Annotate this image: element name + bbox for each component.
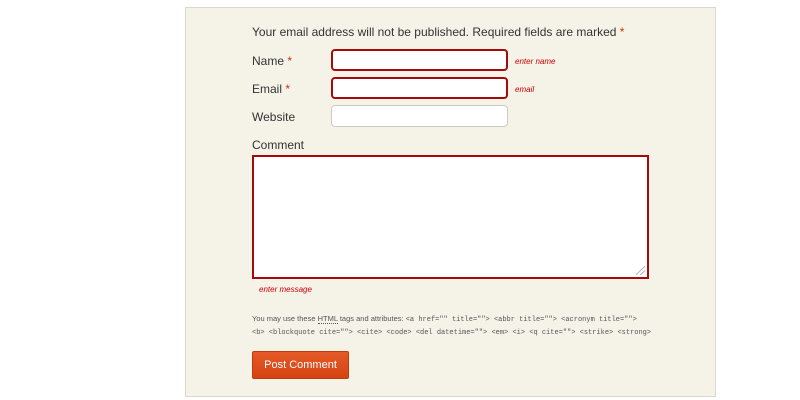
required-fields-notice: Your email address will not be published… (252, 25, 624, 39)
html-abbr: HTML (317, 314, 338, 324)
allowed-tags-note: You may use these HTML tags and attribut… (252, 313, 652, 339)
name-label: Name * (252, 54, 292, 68)
email-error-message: email (515, 85, 535, 94)
comment-label: Comment (252, 138, 304, 152)
email-input[interactable] (331, 77, 508, 99)
comment-textarea[interactable] (252, 155, 649, 279)
email-label: Email * (252, 82, 290, 96)
comment-error-message: enter message (259, 285, 312, 294)
website-label: Website (252, 110, 295, 124)
comment-label-text: Comment (252, 138, 305, 152)
name-required-asterisk: * (287, 54, 293, 68)
name-label-text: Name (252, 54, 285, 68)
allowed-tags-middle: tags and attributes: (339, 314, 404, 323)
required-asterisk: * (619, 25, 625, 39)
name-input[interactable] (331, 49, 508, 71)
notice-text: Your email address will not be published… (252, 25, 617, 39)
post-comment-button[interactable]: Post Comment (252, 351, 349, 379)
email-required-asterisk: * (285, 82, 291, 96)
resize-handle-icon[interactable] (636, 266, 645, 275)
name-error-message: enter name (515, 57, 556, 66)
allowed-tags-prefix: You may use these (252, 314, 316, 323)
website-input[interactable] (331, 105, 508, 127)
website-label-text: Website (252, 110, 296, 124)
email-label-text: Email (252, 82, 283, 96)
